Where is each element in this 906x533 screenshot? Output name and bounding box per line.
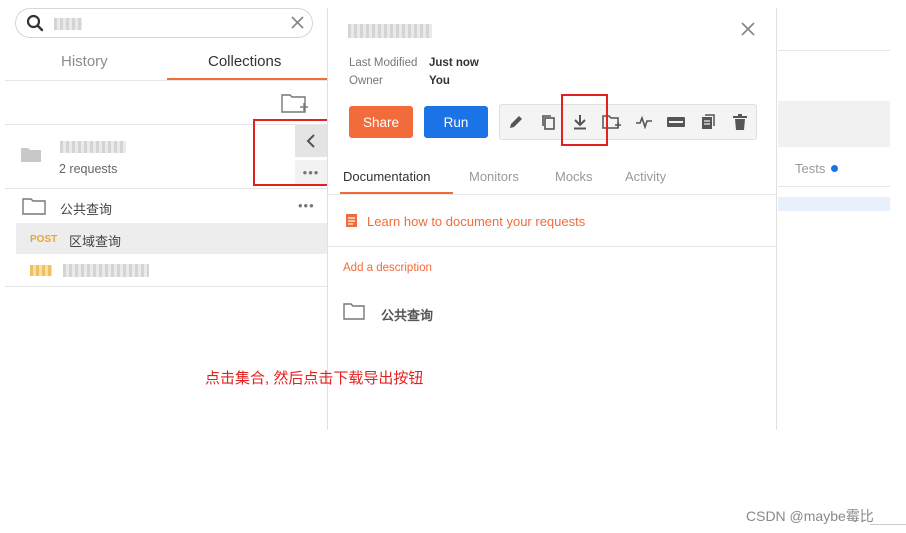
trash-icon[interactable] <box>728 110 752 134</box>
edit-icon[interactable] <box>504 110 528 134</box>
request-method-badge: POST <box>30 234 58 245</box>
collection-name <box>60 141 126 153</box>
tab-history[interactable]: History <box>61 53 108 70</box>
duplicate-icon[interactable] <box>536 110 560 134</box>
panel-section-divider <box>328 246 777 247</box>
search-icon <box>26 14 44 32</box>
new-collection-icon[interactable] <box>281 92 309 114</box>
sidebar-bottom-divider <box>5 286 327 287</box>
documentation-icon <box>345 213 358 228</box>
blurred-item-icon <box>30 265 52 276</box>
csdn-watermark: CSDN @maybe霉比 <box>746 508 874 524</box>
panel-collection-title <box>348 24 432 38</box>
clear-search-icon[interactable] <box>290 15 305 30</box>
share-button[interactable]: Share <box>349 106 413 138</box>
folder-name[interactable]: 公共查询 <box>60 199 112 218</box>
run-button[interactable]: Run <box>424 106 488 138</box>
panel-folder-icon <box>343 302 365 320</box>
meta-last-modified-value: Just now <box>429 57 479 69</box>
highlight-download-button <box>561 94 608 146</box>
instruction-annotation: 点击集合, 然后点击下载导出按钮 <box>205 370 424 387</box>
background-highlight-row <box>778 197 890 211</box>
monitor-icon[interactable] <box>632 110 656 134</box>
meta-last-modified-label: Last Modified <box>349 57 418 69</box>
request-name: 区域查询 <box>69 234 122 249</box>
docs-icon[interactable] <box>696 110 720 134</box>
panel-tabs-divider <box>328 194 777 195</box>
learn-documentation-link[interactable]: Learn how to document your requests <box>367 214 585 229</box>
close-panel-icon[interactable] <box>741 22 755 36</box>
collection-divider <box>5 188 327 189</box>
tabs-divider <box>5 80 327 81</box>
search-input[interactable] <box>54 18 82 30</box>
background-area <box>778 10 890 150</box>
meta-owner-label: Owner <box>349 75 383 87</box>
collection-item[interactable]: 2 requests <box>5 125 295 187</box>
panel-folder-name[interactable]: 公共查询 <box>381 305 433 324</box>
meta-owner-value: You <box>429 75 450 87</box>
request-item[interactable]: POST 区域查询 <box>16 223 327 254</box>
tab-documentation[interactable]: Documentation <box>343 169 430 184</box>
blurred-item-label <box>63 264 149 277</box>
tab-collections[interactable]: Collections <box>208 53 281 70</box>
collection-folder-icon <box>20 147 42 163</box>
tab-mocks[interactable]: Mocks <box>555 169 593 184</box>
folder-icon <box>22 197 46 215</box>
collection-request-count: 2 requests <box>59 162 118 176</box>
tests-indicator-dot <box>831 165 838 172</box>
tab-activity[interactable]: Activity <box>625 169 666 184</box>
tests-tab[interactable]: Tests <box>795 161 825 176</box>
tab-monitors[interactable]: Monitors <box>469 169 519 184</box>
collection-toolbar <box>499 104 757 140</box>
add-description-link[interactable]: Add a description <box>343 262 432 274</box>
search-box[interactable] <box>15 8 313 38</box>
folder-more-button[interactable]: ••• <box>298 198 315 213</box>
mock-icon[interactable] <box>664 110 688 134</box>
